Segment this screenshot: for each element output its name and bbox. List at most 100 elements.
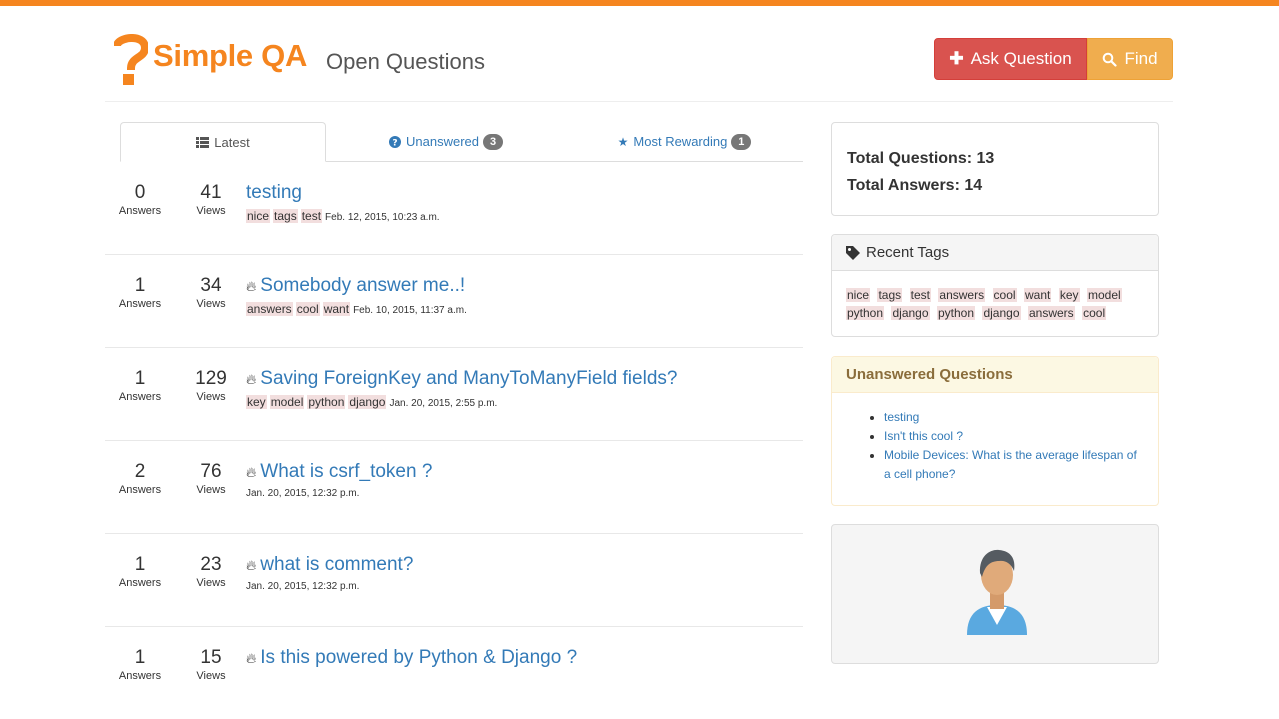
answer-count-value: 1 (134, 275, 146, 296)
view-count-label: Views (196, 484, 226, 496)
tab-latest[interactable]: Latest (120, 122, 326, 162)
question-title-link[interactable]: 🔥︎ what is comment? (246, 554, 801, 576)
view-count-value: 23 (200, 554, 222, 575)
question-tag[interactable]: python (307, 395, 346, 409)
recent-tag[interactable]: model (1086, 288, 1122, 302)
recent-tag[interactable]: answers (938, 288, 986, 302)
question-body: 🔥︎ What is csrf_token ? Jan. 20, 2015, 12… (246, 461, 801, 499)
answer-count-label: Answers (118, 577, 162, 589)
find-button[interactable]: Find (1087, 38, 1173, 80)
view-count-label: Views (196, 298, 226, 310)
user-avatar[interactable] (961, 543, 1033, 639)
fire-icon: 🔥︎ (246, 650, 257, 666)
question-title-link[interactable]: 🔥︎ Saving ForeignKey and ManyToManyField … (246, 368, 801, 390)
top-accent-bar (0, 0, 1279, 6)
user-panel (831, 524, 1159, 664)
question-row: 2 Answers 76 Views 🔥︎ What is csrf_token … (105, 440, 803, 533)
view-count: 129 Views (181, 368, 241, 404)
unanswered-title: Unanswered Questions (846, 366, 1013, 383)
view-count-label: Views (196, 391, 226, 403)
question-tabs: Latest ? Unanswered 3 ★ Most Rewarding 1 (120, 122, 803, 162)
answer-count: 1 Answers (110, 368, 170, 404)
question-date: Jan. 20, 2015, 12:32 p.m. (246, 488, 360, 499)
answer-count: 1 Answers (110, 554, 170, 590)
recent-tag[interactable]: cool (1082, 306, 1107, 320)
answer-count: 1 Answers (110, 275, 170, 311)
question-row: 1 Answers 129 Views 🔥︎ Saving ForeignKey … (105, 347, 803, 440)
question-title-link[interactable]: 🔥︎ Is this powered by Python & Django ? (246, 647, 801, 669)
recent-tag[interactable]: tags (877, 288, 903, 302)
recent-tag[interactable]: django (891, 306, 930, 320)
question-body: 🔥︎ Saving ForeignKey and ManyToManyField … (246, 368, 801, 409)
tab-most-rewarding[interactable]: ★ Most Rewarding 1 (566, 122, 803, 161)
view-count-value: 15 (200, 647, 222, 668)
recent-tag[interactable]: cool (992, 288, 1017, 302)
view-count-label: Views (196, 205, 226, 217)
question-body: testing nice tags test Feb. 12, 2015, 10:23… (246, 182, 801, 223)
answer-count-value: 1 (134, 554, 146, 575)
view-count: 34 Views (181, 276, 241, 311)
question-row: 1 Answers 34 Views 🔥︎ Somebody answer me.… (105, 254, 803, 347)
recent-tag[interactable]: test (909, 288, 931, 302)
unanswered-panel: Unanswered Questions testingIsn't this c… (831, 356, 1159, 506)
question-body: 🔥︎ Is this powered by Python & Django ? (246, 647, 801, 674)
question-tag[interactable]: cool (295, 302, 320, 316)
question-title: what is comment? (260, 554, 414, 575)
question-body: 🔥︎ what is comment? Jan. 20, 2015, 12:32 … (246, 554, 801, 592)
answer-count-label: Answers (118, 484, 162, 496)
question-row: 1 Answers 23 Views 🔥︎ what is comment? Ja… (105, 533, 803, 626)
question-date: Feb. 12, 2015, 10:23 a.m. (325, 212, 440, 223)
question-title-link[interactable]: testing (246, 182, 801, 204)
recent-tag[interactable]: key (1058, 288, 1080, 302)
question-meta: answers cool want Feb. 10, 2015, 11:37 a.m. (246, 302, 801, 316)
brand-title[interactable]: Simple QA (153, 38, 307, 74)
question-row: 0 Answers 41 Views testing nice tags test F… (105, 162, 803, 254)
recent-tag[interactable]: want (1024, 288, 1052, 302)
question-meta: nice tags test Feb. 12, 2015, 10:23 a.m. (246, 209, 801, 223)
view-count-label: Views (196, 577, 226, 589)
question-title-link[interactable]: 🔥︎ Somebody answer me..! (246, 275, 801, 297)
question-tag[interactable]: model (269, 395, 305, 409)
tab-latest-label: Latest (214, 134, 250, 150)
question-tag[interactable]: answers (246, 302, 293, 316)
answer-count-label: Answers (118, 391, 162, 403)
logo-question-mark-icon[interactable] (114, 34, 148, 86)
unanswered-question-link[interactable]: Isn't this cool ? (884, 427, 1144, 446)
question-tag[interactable]: nice (246, 209, 271, 223)
tag-icon (846, 245, 860, 260)
recent-tag[interactable]: nice (846, 288, 871, 302)
recent-tag[interactable]: django (982, 306, 1021, 320)
search-icon (1103, 52, 1118, 67)
question-title: Is this powered by Python & Django ? (260, 647, 578, 668)
question-tag[interactable]: test (300, 209, 323, 223)
tab-unanswered[interactable]: ? Unanswered 3 (326, 122, 566, 161)
question-title-link[interactable]: 🔥︎ What is csrf_token ? (246, 461, 801, 483)
answer-count-value: 2 (134, 461, 146, 482)
question-list: 0 Answers 41 Views testing nice tags test F… (105, 162, 803, 719)
answer-count-value: 1 (134, 368, 146, 389)
question-tag[interactable]: want (322, 302, 351, 316)
totals-panel: Total Questions: 13 Total Answers: 14 (831, 122, 1159, 216)
question-tag[interactable]: tags (273, 209, 298, 223)
unanswered-question-link[interactable]: Mobile Devices: What is the average life… (884, 446, 1144, 484)
recent-tags-list: nice tags test answers cool want key mod… (832, 271, 1158, 337)
plus-icon: ✚ (949, 49, 964, 68)
question-tag[interactable]: django (348, 395, 387, 409)
tab-most-rewarding-label: Most Rewarding (633, 134, 728, 149)
fire-icon: 🔥︎ (246, 278, 257, 294)
unanswered-question-link[interactable]: testing (884, 408, 1144, 427)
question-title: Somebody answer me..! (260, 275, 466, 296)
answer-count-value: 0 (134, 182, 146, 203)
ask-question-button[interactable]: ✚ Ask Question (934, 38, 1087, 80)
fire-icon: 🔥︎ (246, 371, 257, 387)
recent-tag[interactable]: python (846, 306, 885, 320)
view-count-value: 129 (195, 368, 227, 389)
recent-tag[interactable]: python (936, 306, 976, 320)
recent-tag[interactable]: answers (1027, 306, 1075, 320)
question-tag[interactable]: key (246, 395, 267, 409)
answer-count-label: Answers (118, 205, 162, 217)
ask-question-label: Ask Question (970, 49, 1072, 68)
question-row: 1 Answers 15 Views 🔥︎ Is this powered by … (105, 626, 803, 719)
svg-text:?: ? (392, 138, 397, 148)
view-count-label: Views (196, 670, 226, 682)
